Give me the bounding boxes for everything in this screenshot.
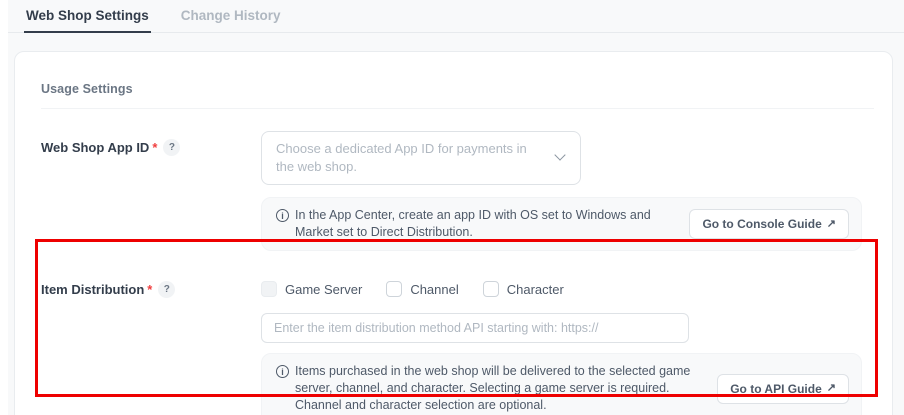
external-link-icon: ↗ (827, 219, 836, 230)
help-icon[interactable]: ? (163, 139, 180, 156)
tab-web-shop-settings[interactable]: Web Shop Settings (24, 8, 151, 33)
item-distribution-info-content: i Items purchased in the web shop will b… (276, 363, 703, 414)
item-distribution-controls: Game Server Channel Character i I (261, 273, 874, 415)
tab-bar: Web Shop Settings Change History (8, 0, 904, 33)
chevron-down-icon (554, 149, 565, 160)
checkbox-item-game-server: Game Server (261, 281, 362, 297)
info-icon: i (276, 209, 289, 222)
item-distribution-checkbox-row: Game Server Channel Character (261, 273, 874, 297)
web-shop-app-id-row: Web Shop App ID * ? Choose a dedicated A… (41, 131, 874, 251)
item-distribution-label-group: Item Distribution * ? (41, 273, 261, 298)
channel-checkbox-label: Channel (410, 282, 458, 297)
help-icon[interactable]: ? (158, 281, 175, 298)
required-asterisk: * (147, 282, 152, 297)
external-link-icon: ↗ (827, 383, 836, 394)
app-id-select[interactable]: Choose a dedicated App ID for payments i… (261, 131, 581, 185)
go-to-api-guide-label: Go to API Guide (730, 382, 822, 396)
checkbox-item-channel: Channel (386, 281, 458, 297)
app-id-select-placeholder: Choose a dedicated App ID for payments i… (276, 141, 527, 174)
item-distribution-label: Item Distribution (41, 282, 144, 297)
section-divider (41, 108, 874, 109)
channel-checkbox[interactable] (386, 281, 402, 297)
go-to-api-guide-button[interactable]: Go to API Guide ↗ (717, 374, 849, 404)
app-id-info-text: In the App Center, create an app ID with… (295, 207, 675, 241)
go-to-console-guide-button[interactable]: Go to Console Guide ↗ (689, 209, 849, 239)
app-id-info-content: i In the App Center, create an app ID wi… (276, 207, 675, 241)
go-to-console-guide-label: Go to Console Guide (702, 217, 821, 231)
distribution-api-input[interactable] (261, 313, 689, 343)
character-checkbox[interactable] (483, 281, 499, 297)
web-shop-app-id-controls: Choose a dedicated App ID for payments i… (261, 131, 874, 251)
item-distribution-info-box: i Items purchased in the web shop will b… (261, 353, 862, 415)
tab-change-history[interactable]: Change History (179, 8, 283, 32)
required-asterisk: * (152, 140, 157, 155)
game-server-checkbox[interactable] (261, 281, 277, 297)
item-distribution-info-text: Items purchased in the web shop will be … (295, 363, 703, 414)
web-shop-app-id-label-group: Web Shop App ID * ? (41, 131, 261, 156)
app-id-info-box: i In the App Center, create an app ID wi… (261, 197, 862, 251)
settings-page: Web Shop Settings Change History Usage S… (8, 0, 904, 415)
section-title: Usage Settings (41, 82, 874, 96)
item-distribution-row: Item Distribution * ? Game Server Channe… (41, 273, 874, 415)
character-checkbox-label: Character (507, 282, 564, 297)
checkbox-item-character: Character (483, 281, 564, 297)
info-icon: i (276, 365, 289, 378)
settings-card: Usage Settings Web Shop App ID * ? Choos… (14, 51, 893, 415)
web-shop-app-id-label: Web Shop App ID (41, 140, 149, 155)
game-server-checkbox-label: Game Server (285, 282, 362, 297)
